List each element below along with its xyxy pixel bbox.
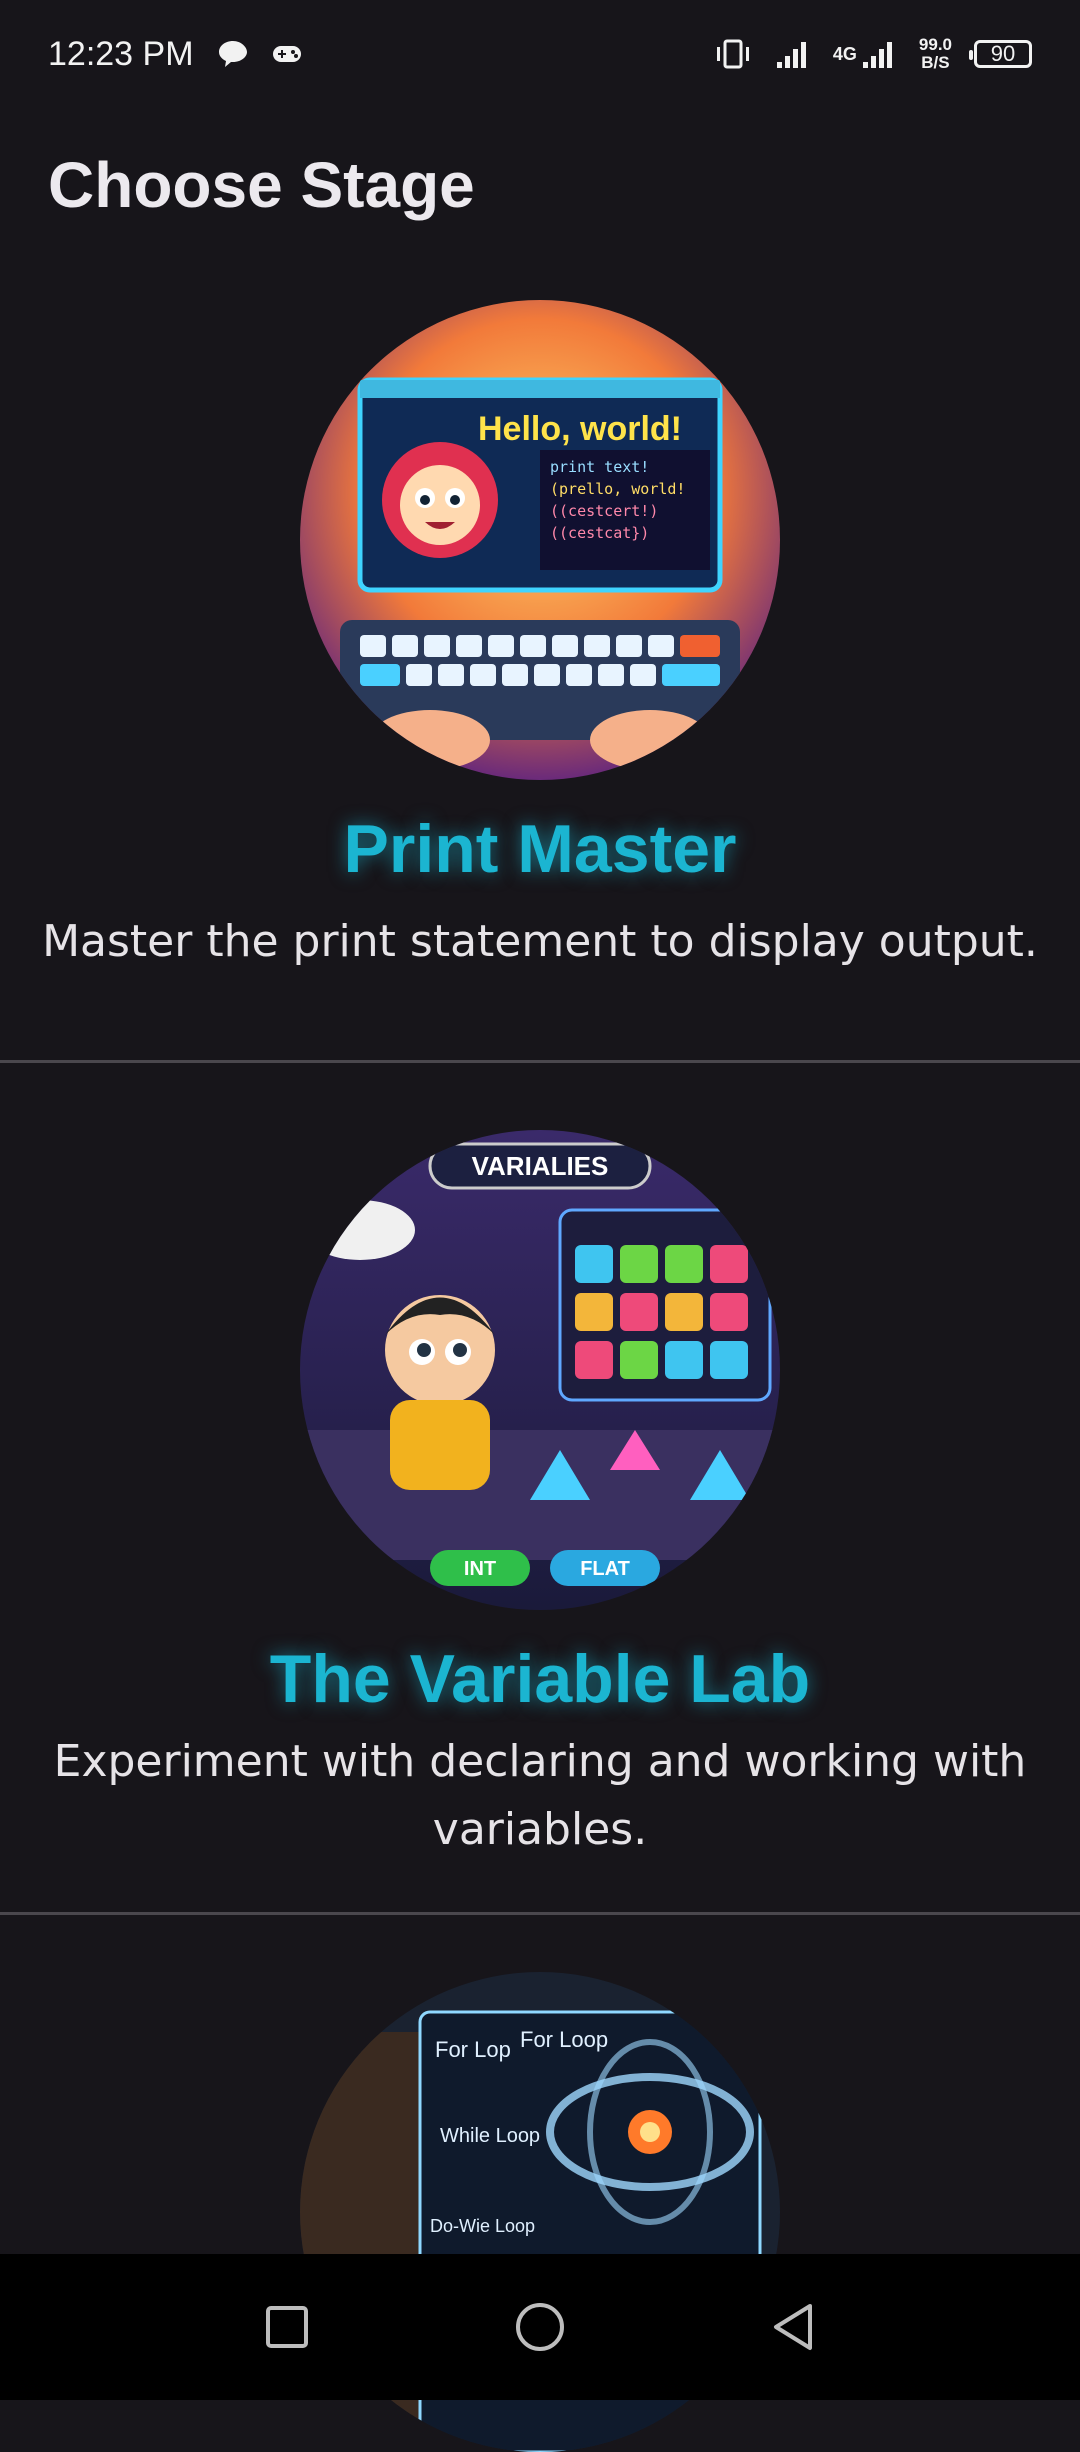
svg-text:Do-Wie Loop: Do-Wie Loop (430, 2216, 535, 2236)
net-speed-value: 99.0 (918, 35, 952, 54)
network-type: 4G (832, 43, 857, 64)
signal-4g-icon: 4G (833, 38, 897, 70)
image-caption: Hello, world! (478, 410, 682, 448)
stage-description: Master the print statement to display ou… (42, 916, 1038, 967)
image-caption: VARIALIES (472, 1151, 609, 1181)
net-speed: 99.0 B/S (919, 36, 952, 72)
stage-title: Print Master (343, 811, 737, 887)
stage-card-variable-lab[interactable]: VARIALIES INT FLAT The Variable Lab Expe… (0, 1130, 1080, 1864)
divider (0, 1060, 1080, 1063)
net-speed-unit: B/S (921, 53, 950, 72)
svg-text:print text!: print text! (550, 458, 649, 476)
home-icon[interactable] (500, 2287, 580, 2367)
divider (0, 1912, 1080, 1915)
signal-icon (775, 38, 811, 70)
navigation-bar (0, 2254, 1080, 2400)
status-bar: 12:23 PM 4G 99.0 B/S 90 (0, 0, 1080, 108)
chat-bubble-icon (216, 38, 250, 70)
svg-text:While Loop: While Loop (440, 2125, 540, 2147)
status-time: 12:23 PM (48, 34, 194, 73)
stage-card-print-master[interactable]: Hello, world! print text! (prello, world… (0, 300, 1080, 976)
svg-text:(prello, world!: (prello, world! (550, 480, 685, 498)
back-icon[interactable] (753, 2287, 833, 2367)
stage-image-variable-lab[interactable]: VARIALIES INT FLAT (300, 1130, 780, 1610)
gamepad-icon (272, 43, 302, 65)
svg-text:((cestcert!): ((cestcert!) (550, 502, 658, 520)
stage-title: The Variable Lab (269, 1641, 811, 1717)
vibrate-icon (713, 38, 753, 70)
svg-text:FLAT: FLAT (580, 1558, 630, 1580)
stage-image-print-master[interactable]: Hello, world! print text! (prello, world… (300, 300, 780, 780)
svg-text:INT: INT (464, 1558, 496, 1580)
recent-apps-icon[interactable] (247, 2287, 327, 2367)
battery-level: 90 (990, 41, 1016, 66)
image-caption: For Loop (520, 2027, 608, 2052)
stage-description: Experiment with declaring and working wi… (53, 1736, 1027, 1855)
page-title: Choose Stage (48, 149, 475, 221)
svg-text:For Lop: For Lop (435, 2037, 511, 2062)
svg-text:((cestcat}): ((cestcat}) (550, 524, 649, 542)
battery-icon: 90 (969, 40, 1032, 68)
